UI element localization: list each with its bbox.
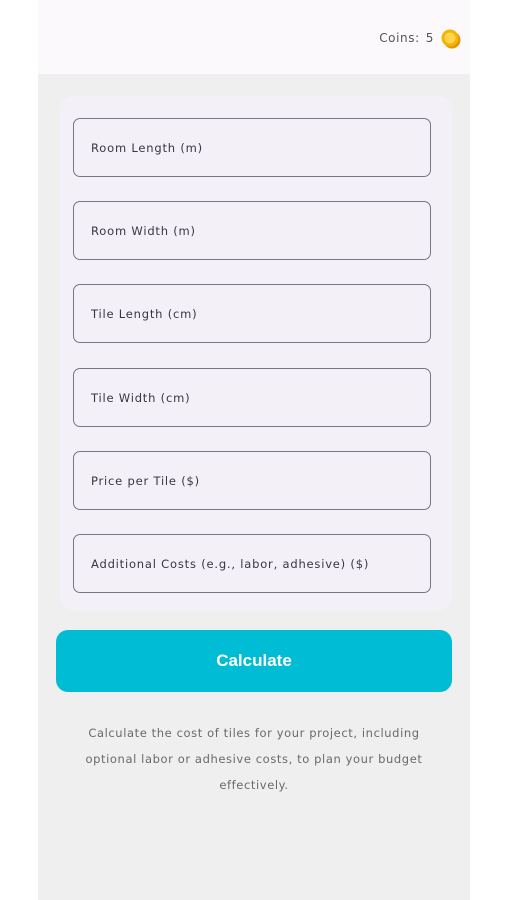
room-length-input[interactable] bbox=[74, 119, 430, 176]
tile-length-input[interactable] bbox=[74, 285, 430, 342]
app-screen: Coins: 5 Room Length (m) Room Width (m) … bbox=[38, 0, 470, 900]
top-bar: Coins: 5 bbox=[38, 0, 470, 74]
calculate-button[interactable]: Calculate bbox=[56, 630, 452, 692]
room-width-field[interactable] bbox=[73, 201, 431, 260]
room-length-field[interactable] bbox=[73, 118, 431, 177]
additional-costs-input[interactable] bbox=[74, 535, 430, 592]
tile-width-field[interactable] bbox=[73, 368, 431, 427]
additional-costs-field[interactable] bbox=[73, 534, 431, 593]
description-text: Calculate the cost of tiles for your pro… bbox=[85, 726, 423, 792]
tile-length-field[interactable] bbox=[73, 284, 431, 343]
coins-value: 5 bbox=[425, 31, 434, 45]
calculator-form bbox=[60, 96, 452, 610]
price-per-tile-input[interactable] bbox=[74, 452, 430, 509]
room-width-input[interactable] bbox=[74, 202, 430, 259]
coin-icon bbox=[440, 28, 461, 49]
coins-display: Coins: 5 bbox=[379, 28, 461, 49]
tile-width-input[interactable] bbox=[74, 369, 430, 426]
price-per-tile-field[interactable] bbox=[73, 451, 431, 510]
coins-label: Coins: bbox=[379, 31, 420, 45]
